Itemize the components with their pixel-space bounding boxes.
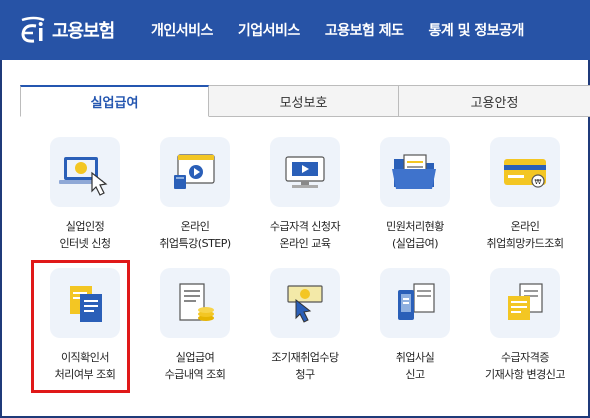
hand-cash-icon [270,268,340,338]
nav-item-personal[interactable]: 개인서비스 [151,20,213,40]
tile-label-line1: 수급자격 신청자 [269,220,341,233]
logo-text: 고용보험 [52,21,115,42]
service-tile-certificate-change[interactable]: 수급자격증 기재사항 변경신고 [470,268,580,383]
online-education-icon [270,137,340,207]
nav-item-business[interactable]: 기업서비스 [238,20,300,40]
service-tile-early-reemployment[interactable]: 조기재취업수당 청구 [250,268,360,383]
service-tile-benefit-history[interactable]: 실업급여 수급내역 조회 [140,268,250,383]
tile-label-line1: 수급자격증 [500,351,550,364]
service-tile-online-education[interactable]: 수급자격 신청자 온라인 교육 [250,137,360,252]
video-lecture-icon [160,137,230,207]
service-tile-unemployment-recognition[interactable]: 실업인정 인터넷 신청 [30,137,140,252]
folder-document-icon [380,137,450,207]
phone-document-icon [380,268,450,338]
svg-text:₩: ₩ [535,178,542,186]
tile-label-line1: 민원처리현황 [386,220,444,233]
tile-label-line1: 조기재취업수당 [271,351,339,364]
tab-maternity[interactable]: 모성보호 [209,85,399,117]
tile-label-line2: 취업특강(STEP) [159,237,231,250]
tile-label-line2: 신고 [405,368,425,381]
laptop-touch-icon [50,137,120,207]
tile-label-line2: 수급내역 조회 [164,368,226,381]
tile-label-line1: 온라인 [180,220,210,233]
nav-item-system[interactable]: 고용보험 제도 [325,20,404,40]
tile-label-line2: 청구 [295,368,315,381]
main-nav: 개인서비스 기업서비스 고용보험 제도 통계 및 정보공개 [151,0,549,60]
service-tile-online-lecture[interactable]: 온라인 취업특강(STEP) [140,137,250,252]
ei-logo-icon [16,14,48,46]
tile-label-line1: 온라인 [510,220,540,233]
tab-employment-stability[interactable]: 고용안정 [399,85,590,117]
tab-bar: 실업급여 모성보호 고용안정 [20,85,590,117]
service-tile-employment-card[interactable]: ₩ 온라인 취업희망카드조회 [470,137,580,252]
tile-label-line2: 온라인 교육 [279,237,331,250]
nav-item-statistics[interactable]: 통계 및 정보공개 [428,20,524,40]
tile-label-line2: 기재사항 변경신고 [485,368,565,381]
highlight-box [31,260,130,393]
certificate-edit-icon [490,268,560,338]
tile-label-line2: 인터넷 신청 [59,237,111,250]
tile-label-line1: 실업인정 [65,220,105,233]
service-tile-employment-report[interactable]: 취업사실 신고 [360,268,470,383]
tab-unemployment[interactable]: 실업급여 [20,85,209,117]
tile-label-line2: (실업급여) [391,237,439,250]
tile-label-line2: 취업희망카드조회 [486,237,564,250]
tile-label-line1: 취업사실 [395,351,435,364]
service-tile-complaint-status[interactable]: 민원처리현황 (실업급여) [360,137,470,252]
site-logo[interactable]: 고용보험 [16,13,115,47]
top-header: 고용보험 개인서비스 기업서비스 고용보험 제도 통계 및 정보공개 [0,0,590,60]
receipt-coins-icon [160,268,230,338]
card-icon: ₩ [490,137,560,207]
tile-label-line1: 실업급여 [175,351,215,364]
